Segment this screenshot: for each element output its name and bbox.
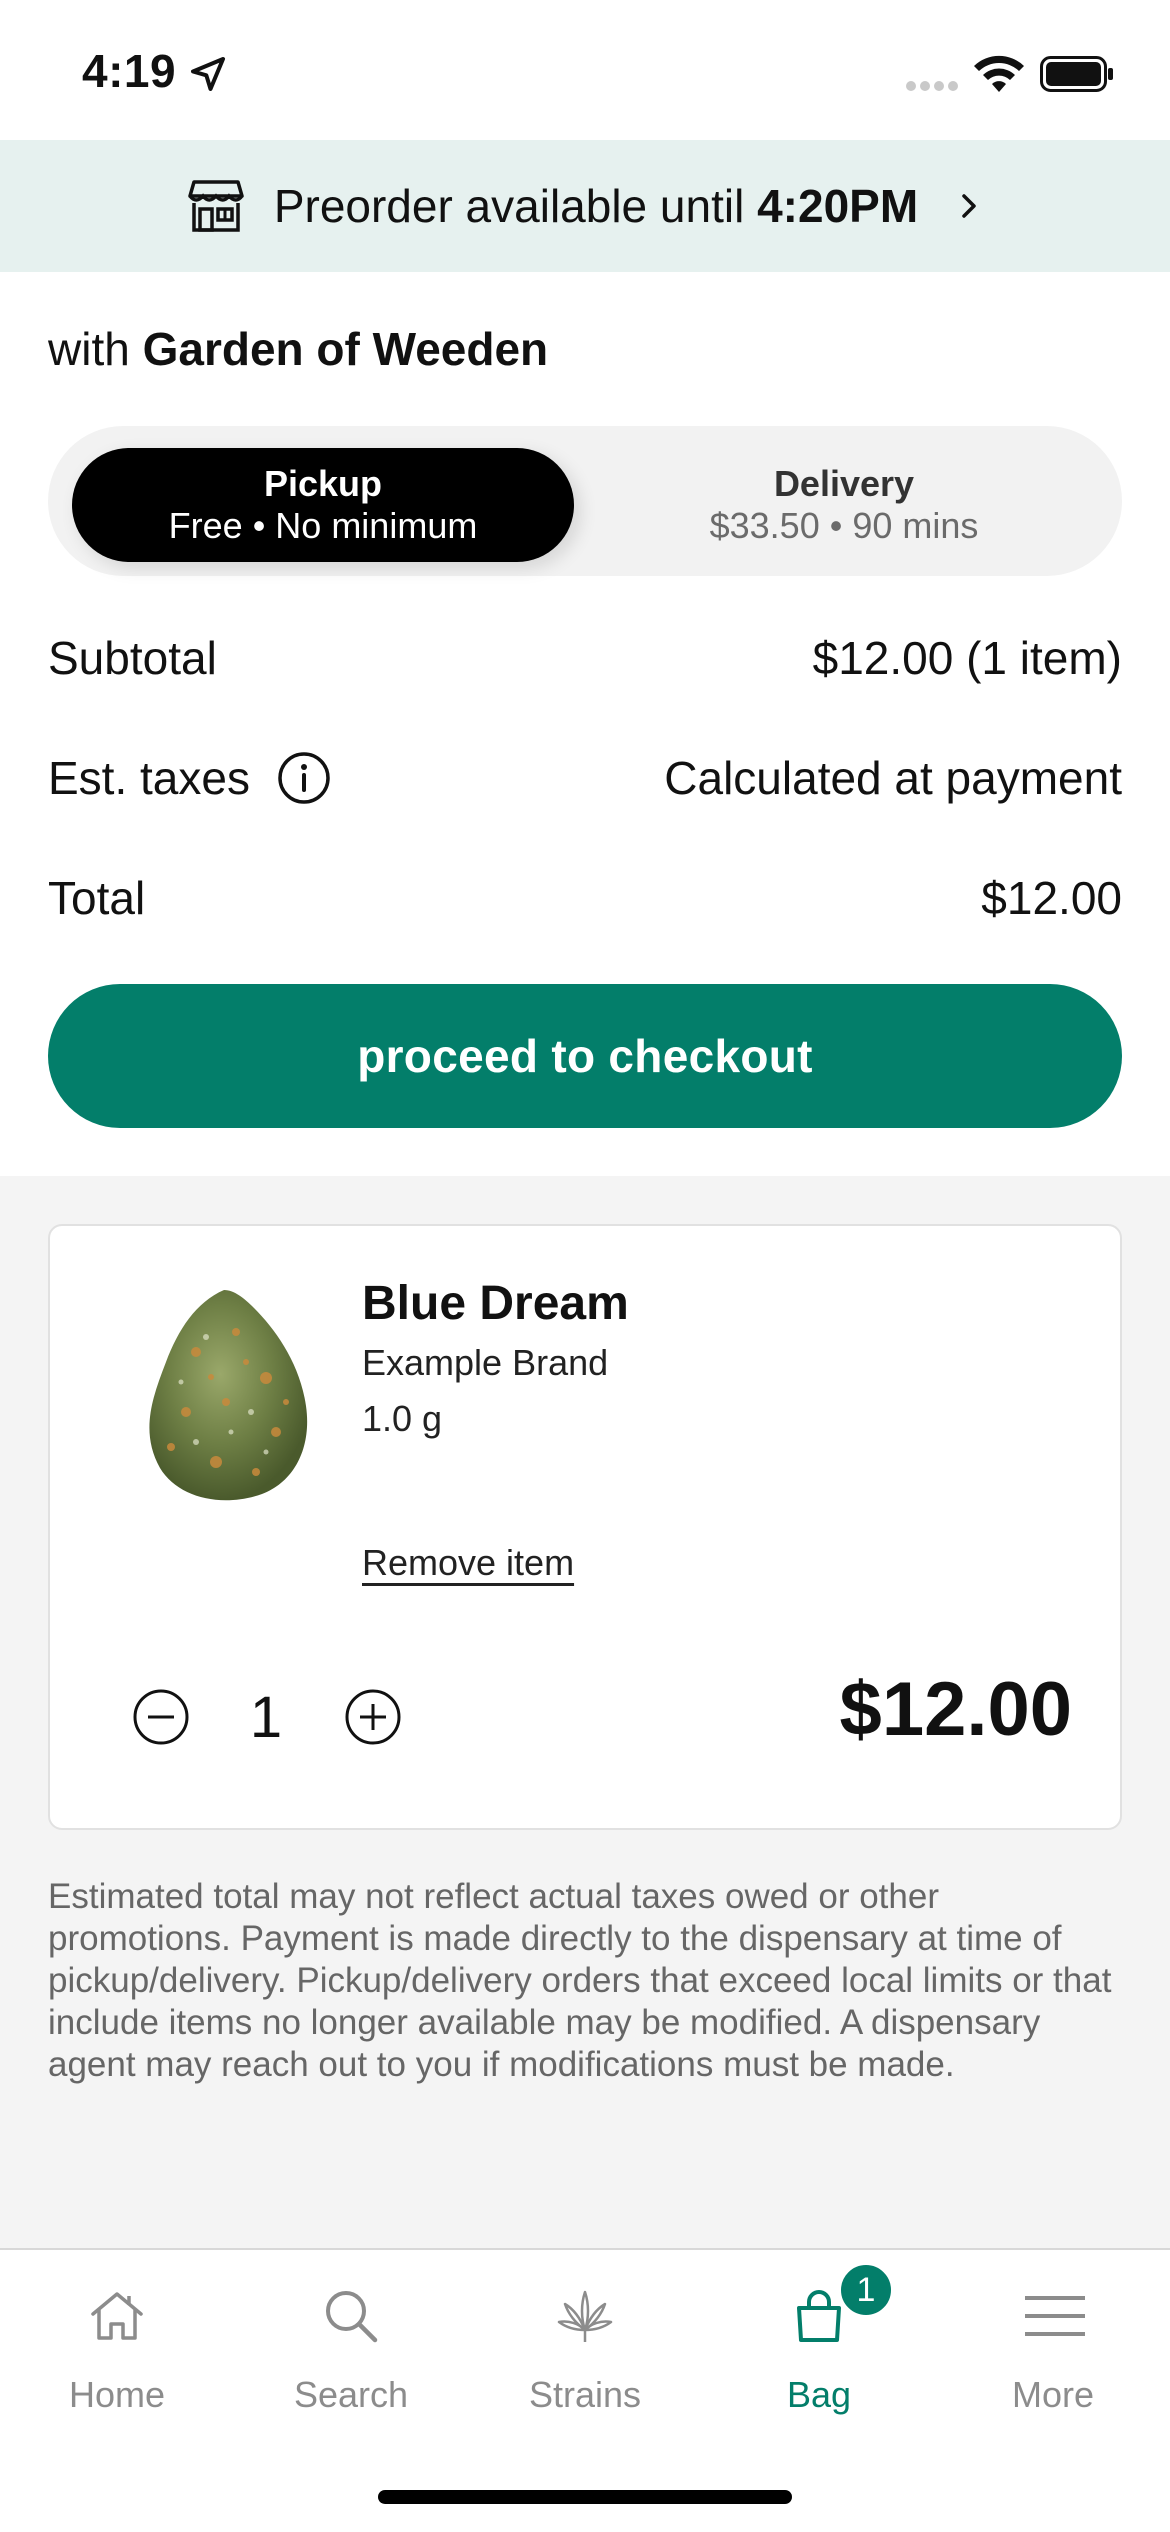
preorder-banner[interactable]: Preorder available until 4:20PM xyxy=(0,140,1170,272)
delivery-subtitle: $33.50 • 90 mins xyxy=(709,505,979,546)
cannabis-leaf-icon xyxy=(557,2290,613,2342)
taxes-row: Est. taxes Calculated at payment xyxy=(48,748,1122,808)
product-image[interactable] xyxy=(126,1282,326,1512)
preorder-time: 4:20PM xyxy=(757,180,919,232)
total-label: Total xyxy=(48,872,146,924)
item-price: $12.00 xyxy=(839,1667,1072,1752)
taxes-label: Est. taxes xyxy=(48,752,250,804)
tab-bag[interactable]: 1 Bag xyxy=(702,2250,936,2450)
tab-strains-label: Strains xyxy=(528,2374,642,2415)
info-icon[interactable] xyxy=(276,750,332,806)
location-arrow-icon xyxy=(191,57,225,91)
dispensary-line: with Garden of Weeden xyxy=(48,322,548,376)
dispensary-prefix: with xyxy=(48,323,143,375)
subtotal-row: Subtotal $12.00 (1 item) xyxy=(48,628,1122,688)
wifi-icon xyxy=(974,55,1024,92)
status-time: 4:19 xyxy=(82,45,177,97)
increase-quantity-icon[interactable] xyxy=(344,1688,402,1746)
dispensary-name: Garden of Weeden xyxy=(142,323,549,375)
tab-search[interactable]: Search xyxy=(234,2250,468,2450)
battery-icon xyxy=(1040,56,1113,92)
fulfillment-toggle: Pickup Free • No minimum Delivery $33.50… xyxy=(48,426,1122,576)
product-brand: Example Brand xyxy=(362,1342,609,1383)
disclaimer-text: Estimated total may not reflect actual t… xyxy=(48,1877,1112,2084)
remove-item-link[interactable]: Remove item xyxy=(362,1542,574,1584)
tab-strains[interactable]: Strains xyxy=(468,2250,702,2450)
total-value: $12.00 xyxy=(981,872,1122,924)
pickup-title: Pickup xyxy=(263,463,383,504)
total-row: Total $12.00 xyxy=(48,868,1122,928)
delivery-title: Delivery xyxy=(773,463,915,504)
tab-more[interactable]: More xyxy=(936,2250,1170,2450)
preorder-label: Preorder available until xyxy=(273,180,758,232)
search-icon xyxy=(326,2291,378,2343)
store-icon xyxy=(188,180,244,232)
chevron-right-icon xyxy=(962,194,976,218)
tab-home-label: Home xyxy=(68,2374,166,2415)
product-name[interactable]: Blue Dream xyxy=(362,1276,629,1331)
home-icon xyxy=(91,2292,143,2340)
taxes-label-group: Est. taxes xyxy=(48,750,332,806)
decrease-quantity-icon[interactable] xyxy=(132,1688,190,1746)
status-bar: 4:19 xyxy=(0,0,1170,140)
bag-count-badge: 1 xyxy=(838,2262,894,2318)
menu-icon xyxy=(1025,2296,1085,2336)
subtotal-value: $12.00 (1 item) xyxy=(812,632,1122,684)
tab-home[interactable]: Home xyxy=(0,2250,234,2450)
tab-search-label: Search xyxy=(293,2374,409,2415)
pickup-subtitle: Free • No minimum xyxy=(168,505,478,546)
subtotal-label: Subtotal xyxy=(48,632,217,684)
product-weight: 1.0 g xyxy=(362,1398,443,1439)
preorder-message: Preorder available until 4:20PM xyxy=(274,179,918,233)
delivery-option[interactable]: Delivery $33.50 • 90 mins xyxy=(588,448,1100,562)
cellular-signal-icon xyxy=(906,81,958,91)
checkout-button[interactable]: proceed to checkout xyxy=(48,984,1122,1128)
quantity-value: 1 xyxy=(249,1685,283,1750)
cart-item-card: Blue Dream Example Brand 1.0 g Remove it… xyxy=(48,1224,1122,1830)
tab-more-label: More xyxy=(1011,2374,1095,2415)
taxes-value: Calculated at payment xyxy=(664,752,1122,804)
home-indicator xyxy=(378,2490,792,2504)
pickup-option[interactable]: Pickup Free • No minimum xyxy=(72,448,574,562)
order-summary: with Garden of Weeden Pickup Free • No m… xyxy=(0,272,1170,1176)
tab-bag-label: Bag xyxy=(786,2374,852,2415)
